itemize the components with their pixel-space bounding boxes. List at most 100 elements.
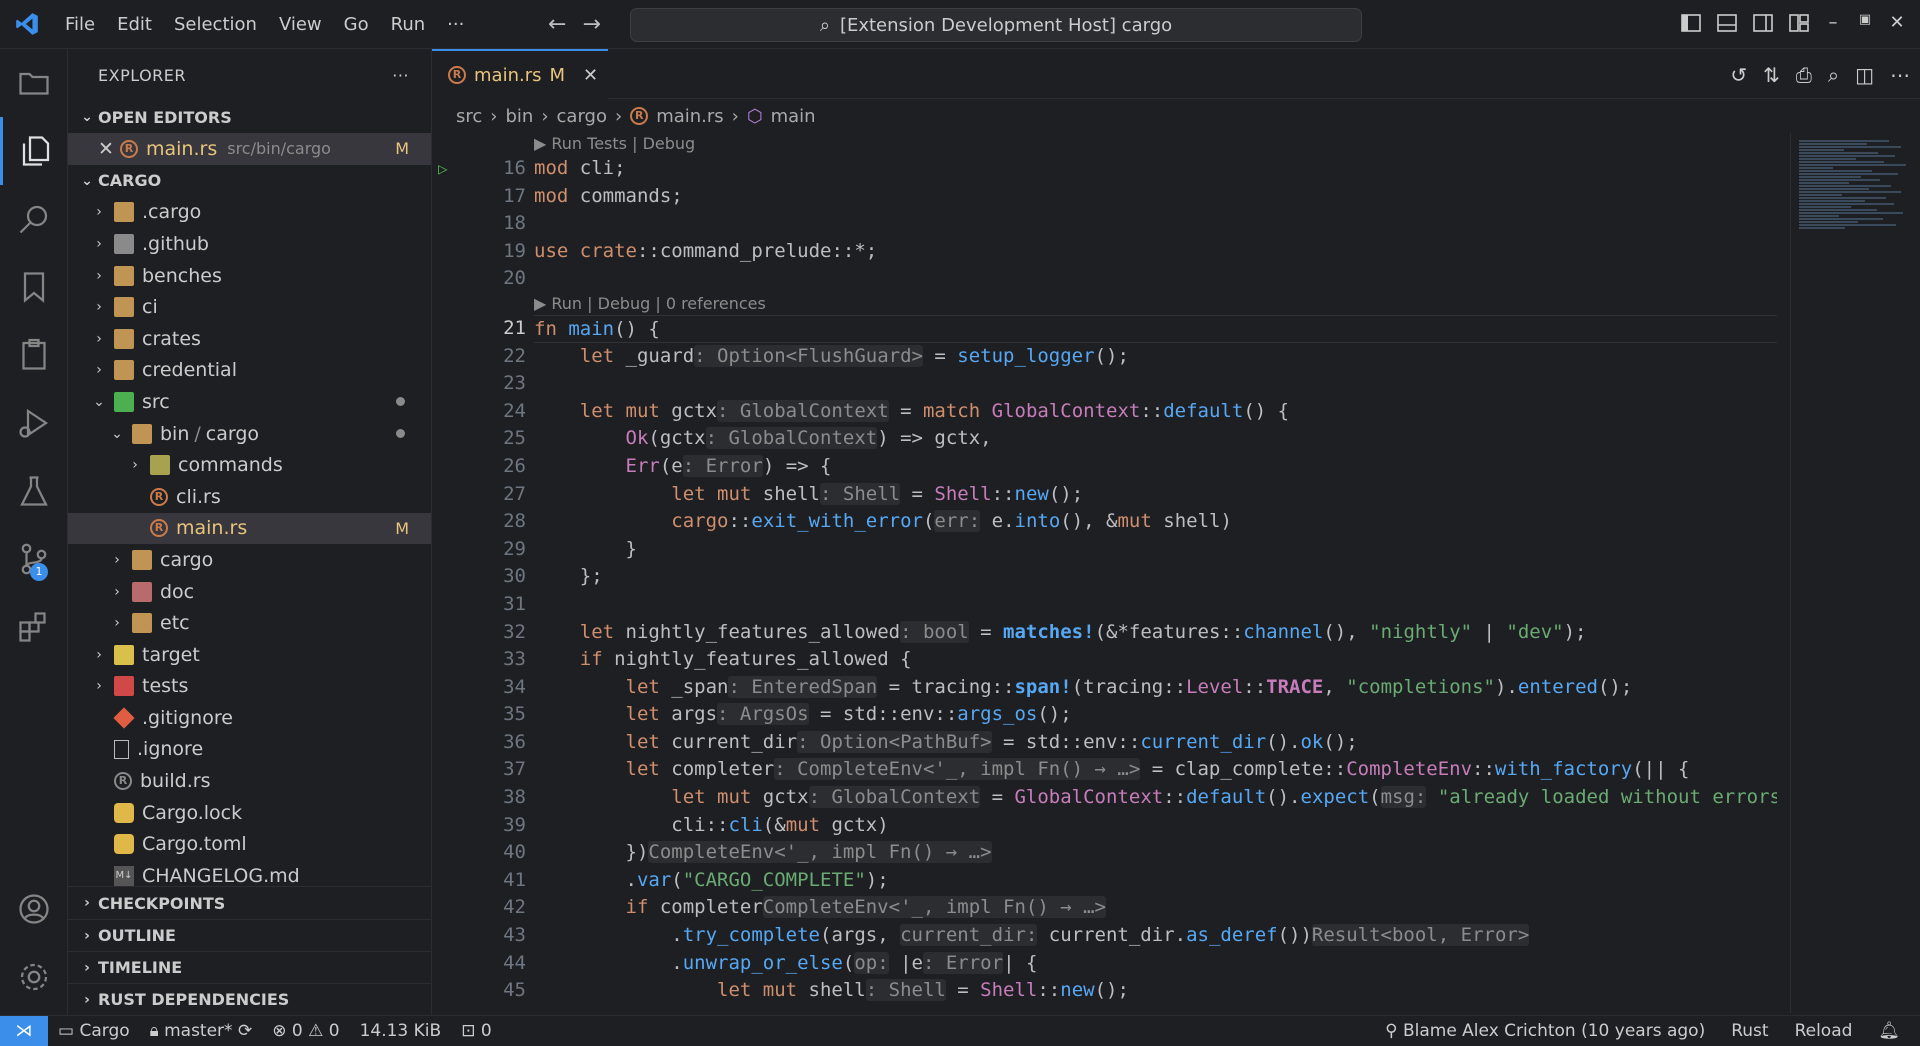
chevron-right-icon: ›	[132, 457, 138, 474]
toggle-primary-sidebar-icon[interactable]	[1680, 12, 1702, 34]
maximize-icon[interactable]: ▣	[1856, 12, 1874, 34]
tree-item-target[interactable]: › target	[68, 639, 431, 671]
tree-item-tests[interactable]: › tests	[68, 671, 431, 703]
compare-changes-icon[interactable]: ⇅	[1763, 63, 1780, 87]
tree-item-credential[interactable]: › credential	[68, 355, 431, 387]
remote-indicator-icon[interactable]: ⋊	[0, 1015, 48, 1046]
tree-item-label: Cargo.lock	[142, 801, 243, 824]
tree-item-commands[interactable]: › commands	[68, 449, 431, 481]
tree-item-cargo-toml[interactable]: Cargo.toml	[68, 828, 431, 860]
folder-icon[interactable]	[0, 49, 68, 117]
minimap[interactable]	[1790, 133, 1920, 1013]
line-number: 34	[503, 675, 526, 698]
workspace-section[interactable]: ⌄ CARGO	[68, 165, 431, 197]
open-editor-main-rs[interactable]: ✕ R main.rs src/bin/cargo M	[68, 133, 431, 165]
tree-item-github[interactable]: › .github	[68, 228, 431, 260]
timeline-section[interactable]: › TIMELINE	[68, 951, 432, 983]
tree-item-crates[interactable]: › crates	[68, 323, 431, 355]
toggle-panel-icon[interactable]	[1716, 12, 1738, 34]
tree-item-label: tests	[142, 675, 189, 698]
tree-item-build-rs[interactable]: Rbuild.rs	[68, 765, 431, 797]
language-mode[interactable]: Rust	[1721, 1021, 1778, 1041]
customize-layout-icon[interactable]	[1788, 12, 1810, 34]
branch-status[interactable]: 🔒︎ master* ⟳	[140, 1021, 263, 1041]
chevron-right-icon: ›	[490, 105, 498, 127]
tree-item-cargo-sub[interactable]: › cargo	[68, 544, 431, 576]
tree-item-cargo-lock[interactable]: Cargo.lock	[68, 797, 431, 829]
split-editor-icon[interactable]: ◫	[1855, 63, 1874, 87]
notifications-bell-icon[interactable]: 🔔︎	[1868, 1021, 1910, 1041]
src-folder-icon	[114, 391, 134, 412]
close-icon[interactable]: ✕	[98, 138, 114, 160]
ports-count: 0	[480, 1020, 492, 1041]
more-actions-icon[interactable]: ⋯	[1890, 63, 1910, 87]
tree-item-cargo-dir[interactable]: › .cargo	[68, 197, 431, 229]
breadcrumb-file[interactable]: main.rs	[656, 106, 723, 127]
menu-view[interactable]: View	[268, 14, 333, 35]
codelens-run[interactable]: ▶ Run | Debug | 0 references	[534, 293, 1777, 315]
tree-item-label: benches	[142, 264, 222, 287]
tree-item-cli-rs[interactable]: Rcli.rs	[68, 481, 431, 513]
forward-arrow-icon[interactable]: →	[582, 12, 600, 37]
accounts-icon[interactable]	[0, 875, 68, 943]
run-debug-icon[interactable]	[0, 389, 68, 457]
menu-file[interactable]: File	[54, 14, 106, 35]
git-blame-status[interactable]: ⚲ Blame Alex Crichton (10 years ago)	[1375, 1021, 1715, 1041]
run-test-gutter-icon[interactable]: ▷	[438, 159, 448, 178]
project-status[interactable]: ▭ Cargo	[48, 1021, 140, 1041]
menu-edit[interactable]: Edit	[106, 14, 163, 35]
tree-item-bin-cargo[interactable]: ⌄ bin / cargo	[68, 418, 431, 450]
toggle-secondary-sidebar-icon[interactable]	[1752, 12, 1774, 34]
close-window-icon[interactable]: ✕	[1888, 12, 1906, 34]
tree-item-src[interactable]: ⌄ src	[68, 386, 431, 418]
tree-item-ignore[interactable]: .ignore	[68, 734, 431, 766]
menu-go[interactable]: Go	[333, 14, 380, 35]
menu-run[interactable]: Run	[380, 14, 437, 35]
history-icon[interactable]: ↺	[1730, 63, 1747, 87]
rust-file-icon: R	[150, 487, 168, 506]
rust-dependencies-section[interactable]: › RUST DEPENDENCIES	[68, 983, 432, 1015]
code-editor[interactable]: 16 17 18 19 20 21 22 23 24 25 26 27 28 2…	[432, 133, 1777, 1013]
tree-item-etc[interactable]: › etc	[68, 607, 431, 639]
clipboard-icon[interactable]	[0, 321, 68, 389]
testing-flask-icon[interactable]	[0, 457, 68, 525]
tree-item-ci[interactable]: › ci	[68, 291, 431, 323]
tree-item-label: bin	[160, 422, 190, 445]
codelens-run-tests[interactable]: ▶ Run Tests | Debug	[534, 133, 1777, 155]
explorer-more-actions[interactable]: ···	[392, 66, 409, 85]
tree-item-label: .gitignore	[142, 706, 233, 729]
breadcrumb-symbol[interactable]: main	[771, 106, 816, 127]
print-icon[interactable]: ⎙	[1796, 63, 1812, 87]
menu-more[interactable]: ···	[436, 14, 475, 35]
tree-item-gitignore[interactable]: .gitignore	[68, 702, 431, 734]
tree-item-main-rs[interactable]: Rmain.rs M	[68, 512, 431, 545]
command-center[interactable]: ⌕ [Extension Development Host] cargo	[630, 8, 1362, 42]
source-control-icon[interactable]: 1	[0, 525, 68, 593]
outline-section[interactable]: › OUTLINE	[68, 919, 432, 951]
reload-button[interactable]: Reload	[1785, 1021, 1863, 1041]
search-icon[interactable]	[0, 185, 68, 253]
settings-gear-icon[interactable]	[0, 943, 68, 1011]
back-arrow-icon[interactable]: ←	[548, 12, 566, 37]
chevron-right-icon: ›	[96, 267, 102, 284]
bookmark-icon[interactable]	[0, 253, 68, 321]
open-editors-section[interactable]: ⌄ OPEN EDITORS	[68, 101, 431, 133]
breadcrumb-src[interactable]: src	[456, 106, 482, 127]
open-preview-icon[interactable]: ⌕	[1828, 63, 1839, 87]
menu-selection[interactable]: Selection	[163, 14, 268, 35]
tree-item-benches[interactable]: › benches	[68, 260, 431, 292]
modified-dot	[396, 397, 405, 407]
ports-status[interactable]: ⊡ 0	[451, 1021, 501, 1041]
tree-item-doc[interactable]: › doc	[68, 576, 431, 608]
explorer-icon[interactable]	[0, 117, 68, 185]
breadcrumb-bin[interactable]: bin	[505, 106, 533, 127]
extensions-icon[interactable]	[0, 593, 68, 661]
minimize-icon[interactable]: –	[1824, 12, 1842, 34]
problems-status[interactable]: ⊗ 0 ⚠ 0	[262, 1021, 349, 1041]
close-icon[interactable]: ✕	[583, 65, 598, 86]
line-number: 33	[503, 648, 526, 671]
breadcrumb-cargo[interactable]: cargo	[557, 106, 607, 127]
checkpoints-section[interactable]: › CHECKPOINTS	[68, 887, 432, 919]
tab-main-rs[interactable]: R main.rs M ✕	[432, 49, 608, 99]
